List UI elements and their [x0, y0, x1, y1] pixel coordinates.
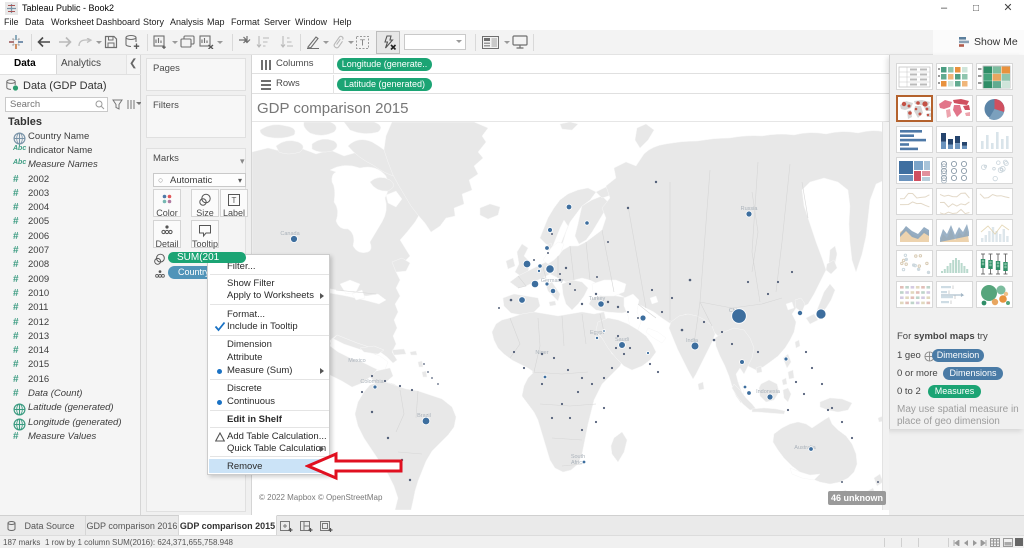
svg-text:Colombia: Colombia [360, 379, 384, 385]
svg-text:T: T [232, 196, 237, 205]
svg-text:T: T [360, 38, 365, 48]
svg-text:Canada: Canada [280, 231, 300, 237]
svg-text:Mexico: Mexico [348, 358, 365, 364]
